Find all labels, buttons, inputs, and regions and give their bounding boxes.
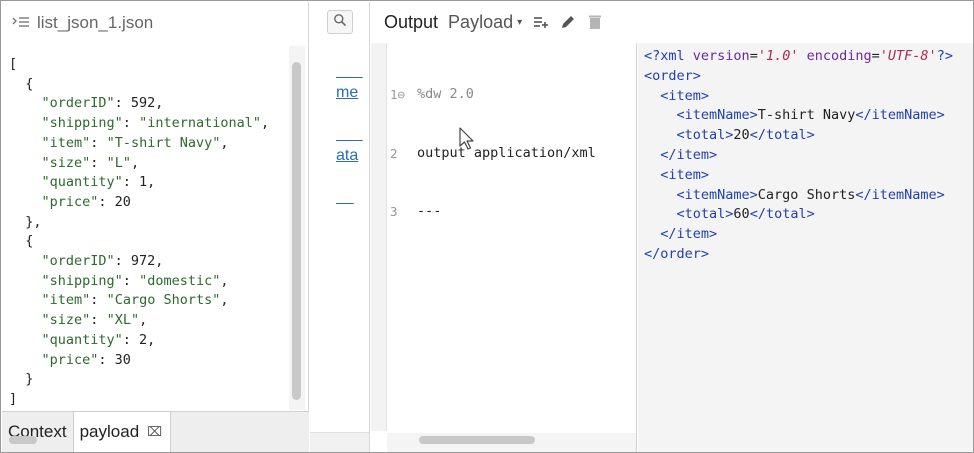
input-tabs: Context payload ⌧ bbox=[2, 411, 309, 452]
link-item[interactable]: me bbox=[336, 82, 363, 103]
input-payload-panel: list_json_1.json [ { "orderID": 592, "sh… bbox=[2, 2, 309, 452]
tab-close-icon[interactable]: ⌧ bbox=[147, 425, 162, 440]
script-line: output application/xml bbox=[417, 144, 596, 161]
script-code[interactable]: %dw 2.0 output application/xml --- bbox=[417, 46, 596, 261]
json-code-line: "size": "L", bbox=[41, 154, 140, 171]
xml-code-line: <itemName>T-shirt Navy</itemName> bbox=[676, 107, 945, 124]
xml-code-line: <total>60</total> bbox=[676, 206, 815, 223]
json-code-line: } bbox=[9, 371, 34, 388]
json-code-line: "item": "Cargo Shorts", bbox=[41, 292, 229, 309]
xml-code-line: <total>20</total> bbox=[676, 127, 815, 144]
chevron-down-icon[interactable]: ▾ bbox=[517, 17, 522, 28]
xml-code-line: </order> bbox=[644, 245, 710, 262]
xml-code-line: </item> bbox=[660, 226, 718, 243]
script-line: %dw 2.0 bbox=[417, 86, 474, 102]
dataweave-preview-window: list_json_1.json [ { "orderID": 592, "sh… bbox=[0, 0, 974, 453]
json-code-line: "price": 30 bbox=[41, 351, 131, 368]
xml-code-line: <order> bbox=[644, 67, 701, 84]
xml-code-line: <itemName>Cargo Shorts</itemName> bbox=[676, 186, 945, 203]
input-file-header: list_json_1.json bbox=[2, 2, 309, 44]
json-code-line: "orderID": 972, bbox=[41, 253, 164, 270]
json-code-line: { bbox=[9, 75, 34, 92]
output-preview-pane: <?xml version='1.0' encoding='UTF-8'?> <o… bbox=[638, 43, 973, 452]
input-file-name[interactable]: list_json_1.json bbox=[37, 13, 153, 33]
left-scrollbar-thumb[interactable] bbox=[292, 62, 301, 400]
delete-trash-icon[interactable] bbox=[586, 13, 604, 31]
truncated-links: me ata bbox=[336, 40, 363, 208]
script-line: --- bbox=[417, 203, 442, 219]
json-code-line: "quantity": 1, bbox=[41, 174, 156, 191]
search-icon bbox=[333, 13, 347, 32]
xml-output-code: <?xml version='1.0' encoding='UTF-8'?> <o… bbox=[644, 47, 953, 265]
json-code-line: "quantity": 2, bbox=[41, 331, 156, 348]
xml-code-line: <item> bbox=[660, 166, 710, 183]
xml-code-line: <?xml version='1.0' encoding='UTF-8'?> bbox=[644, 48, 953, 64]
middle-scrollbar-track[interactable] bbox=[310, 432, 369, 452]
json-code-line: "shipping": "domestic", bbox=[41, 272, 229, 289]
link-item[interactable]: ata bbox=[336, 145, 363, 166]
payload-target-dropdown[interactable]: Payload bbox=[448, 12, 513, 33]
xml-code-line: <item> bbox=[660, 87, 710, 104]
search-button[interactable] bbox=[327, 10, 353, 34]
script-scrollbar-thumb[interactable] bbox=[419, 436, 535, 444]
edit-pencil-icon[interactable] bbox=[559, 13, 577, 31]
output-label: Output bbox=[384, 11, 439, 32]
json-code-line: }, bbox=[9, 213, 42, 230]
middle-scrollbar-thumb[interactable] bbox=[9, 436, 37, 444]
tab-context[interactable]: Context bbox=[2, 412, 74, 452]
dataweave-script-editor[interactable]: 1⊖ 2 3 %dw 2.0 output application/xml --… bbox=[371, 43, 637, 452]
json-file-icon bbox=[11, 15, 31, 31]
json-code-line: "shipping": "international", bbox=[41, 115, 270, 132]
mouse-cursor-icon bbox=[459, 127, 474, 150]
json-code-line: "size": "XL", bbox=[41, 312, 148, 329]
json-code-line: [ bbox=[9, 56, 18, 72]
json-code-editor[interactable]: [ { "orderID": 592, "shipping": "interna… bbox=[9, 55, 289, 410]
json-code-line: { bbox=[9, 233, 34, 250]
add-target-icon[interactable] bbox=[532, 13, 550, 31]
middle-column: me ata bbox=[310, 2, 370, 452]
transform-header: Output Payload ▾ bbox=[371, 2, 973, 42]
json-code-line: ] bbox=[9, 390, 18, 407]
xml-code-line: </item> bbox=[660, 146, 718, 163]
json-code-line: "orderID": 592, bbox=[41, 95, 164, 112]
json-code-line: "price": 20 bbox=[41, 193, 131, 210]
editor-gutter bbox=[371, 43, 387, 431]
tab-payload-label: payload bbox=[79, 422, 140, 441]
json-code-line: "item": "T-shirt Navy", bbox=[41, 134, 229, 151]
tab-payload[interactable]: payload ⌧ bbox=[73, 412, 172, 452]
